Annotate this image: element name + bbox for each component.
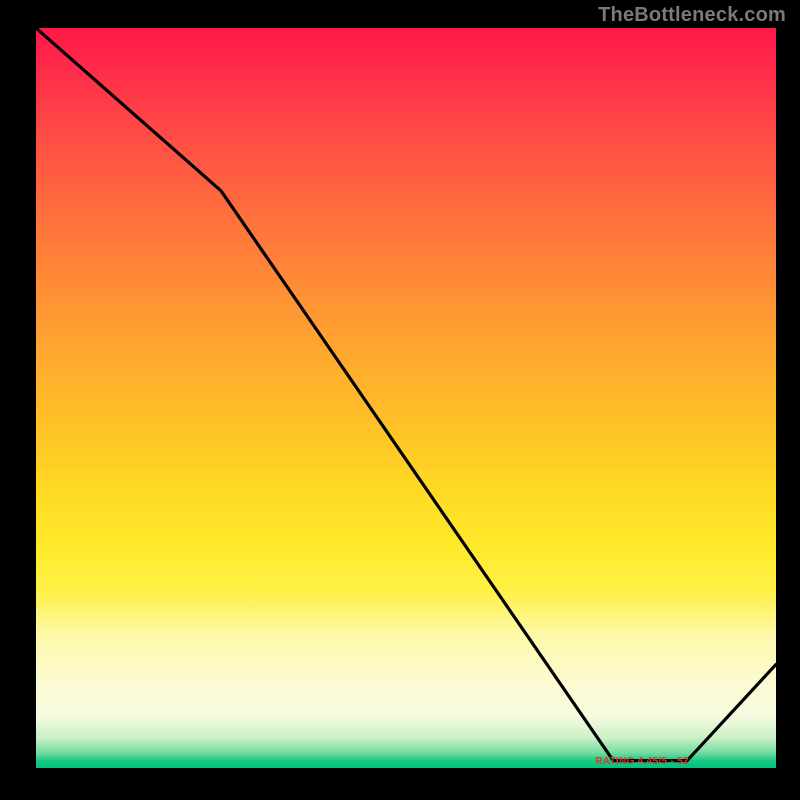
rating-annotation: RATING 4.45/5 - 52 — [595, 756, 689, 767]
chart-canvas: TheBottleneck.com RATING 4.45/5 - 52 — [0, 0, 800, 800]
chart-series-curve — [36, 28, 776, 761]
plot-frame: RATING 4.45/5 - 52 — [36, 28, 776, 768]
chart-line-layer — [36, 28, 776, 768]
watermark-label: TheBottleneck.com — [598, 4, 786, 27]
